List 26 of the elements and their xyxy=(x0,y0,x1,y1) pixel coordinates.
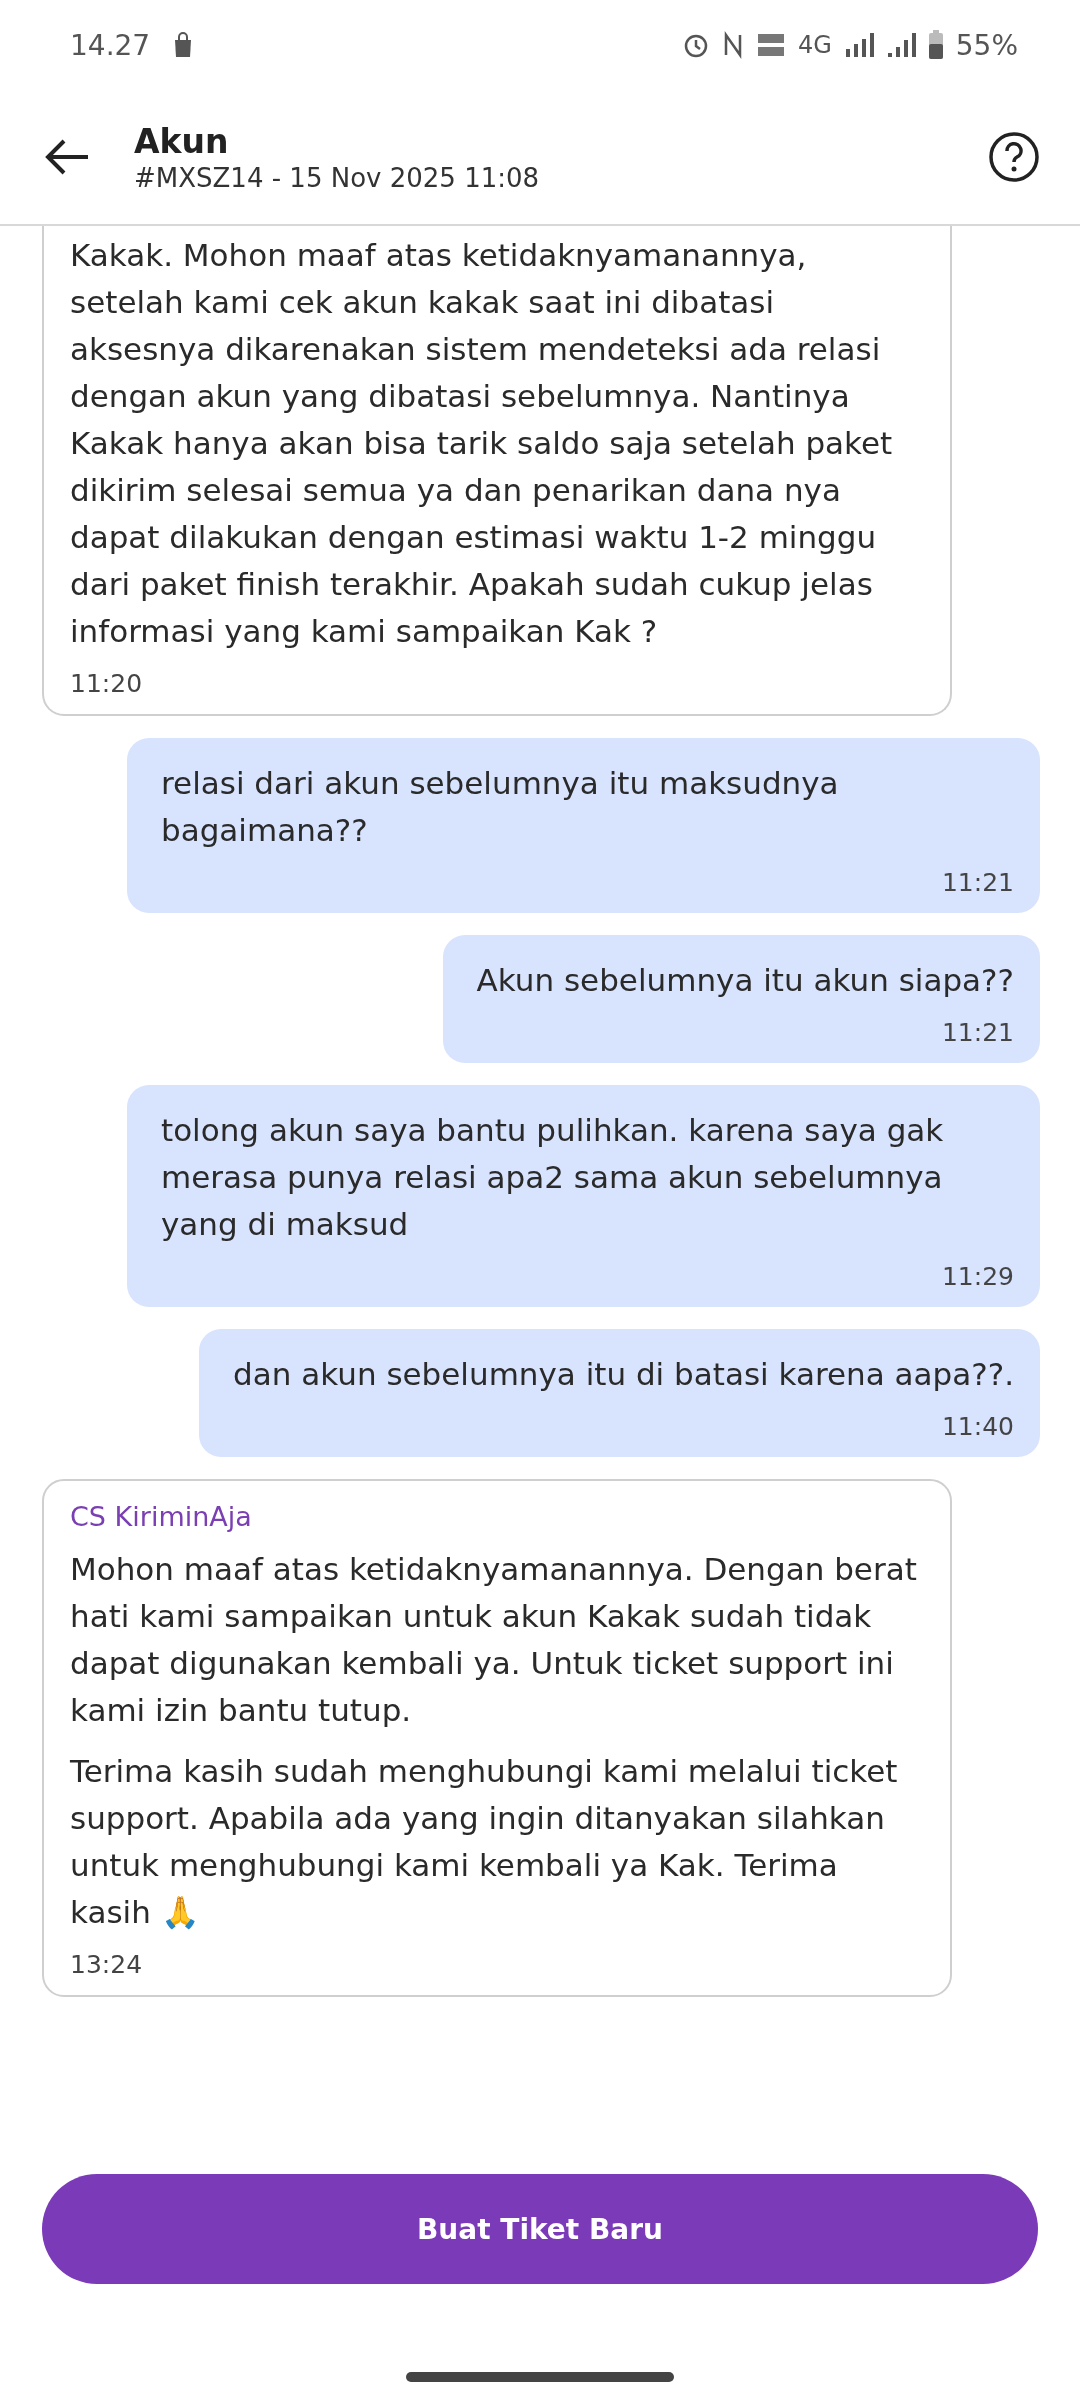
sender-name: CS KiriminAja xyxy=(70,1501,253,1532)
battery-level: 55% xyxy=(955,28,1018,62)
message-text: tolong akun saya bantu pulihkan. karena saya gak merasa punya relasi apa2 sama akun sebelumnya yang di maksud xyxy=(161,1111,945,1244)
new-ticket-button[interactable]: Buat Tiket Baru xyxy=(42,2174,1038,2284)
message-text: Mohon maaf atas ketidaknyamanannya. Dengan berat hati kami sampaikan untuk akun Kakak sudah tidak dapat digunakan kembali ya. Untuk ticket support ini kami izin bantu tutup. xyxy=(70,1550,918,1730)
message-time: 11:21 xyxy=(941,1018,1014,1047)
message-text: relasi dari akun sebelumnya itu maksudnya bagaimana?? xyxy=(161,764,840,850)
signal-icon xyxy=(885,31,916,59)
ticket-subtitle: #MXSZ14 - 15 Nov 2025 11:08 xyxy=(134,162,541,193)
signal-icon xyxy=(843,31,874,59)
battery-icon xyxy=(927,30,944,60)
message-time: 11:40 xyxy=(941,1412,1014,1441)
message-time: 11:20 xyxy=(70,669,143,698)
volte-icon xyxy=(755,31,786,59)
back-button[interactable] xyxy=(44,137,90,177)
help-button[interactable] xyxy=(988,131,1040,183)
clock-time: 14.27 xyxy=(70,28,151,62)
message-text: Terima kasih sudah menghubungi kami melalui ticket support. Apabila ada yang ingin ditanyakan silahkan untuk menghubungi kami kembali ya Kak. Terima kasih 🙏 xyxy=(70,1752,899,1932)
message-time: 13:24 xyxy=(70,1950,143,1979)
message-time: 11:21 xyxy=(941,868,1014,897)
message-text: Akun sebelumnya itu akun siapa?? xyxy=(476,961,1014,1000)
message-time: 11:29 xyxy=(941,1262,1014,1291)
message-text: dan akun sebelumnya itu di batasi karena aapa??. xyxy=(233,1355,1014,1394)
network-type: 4G xyxy=(797,31,832,59)
message-text: Kakak. Mohon maaf atas ketidaknyamanannya, setelah kami cek akun kakak saat ini dibatasi aksesnya dikarenakan sistem mendeteksi ada relasi dengan akun yang dibatasi sebelumnya. Nantinya Kakak hanya akan bisa tarik saldo saja setelah paket dikirim selesai semua ya dan penarikan dana nya dapat dilakukan dengan estimasi waktu 1-2 minggu dari paket finish terakhir. Apakah sudah cukup jelas informasi yang kami sampaikan Kak ? xyxy=(70,236,894,651)
page-title: Akun xyxy=(134,121,230,161)
